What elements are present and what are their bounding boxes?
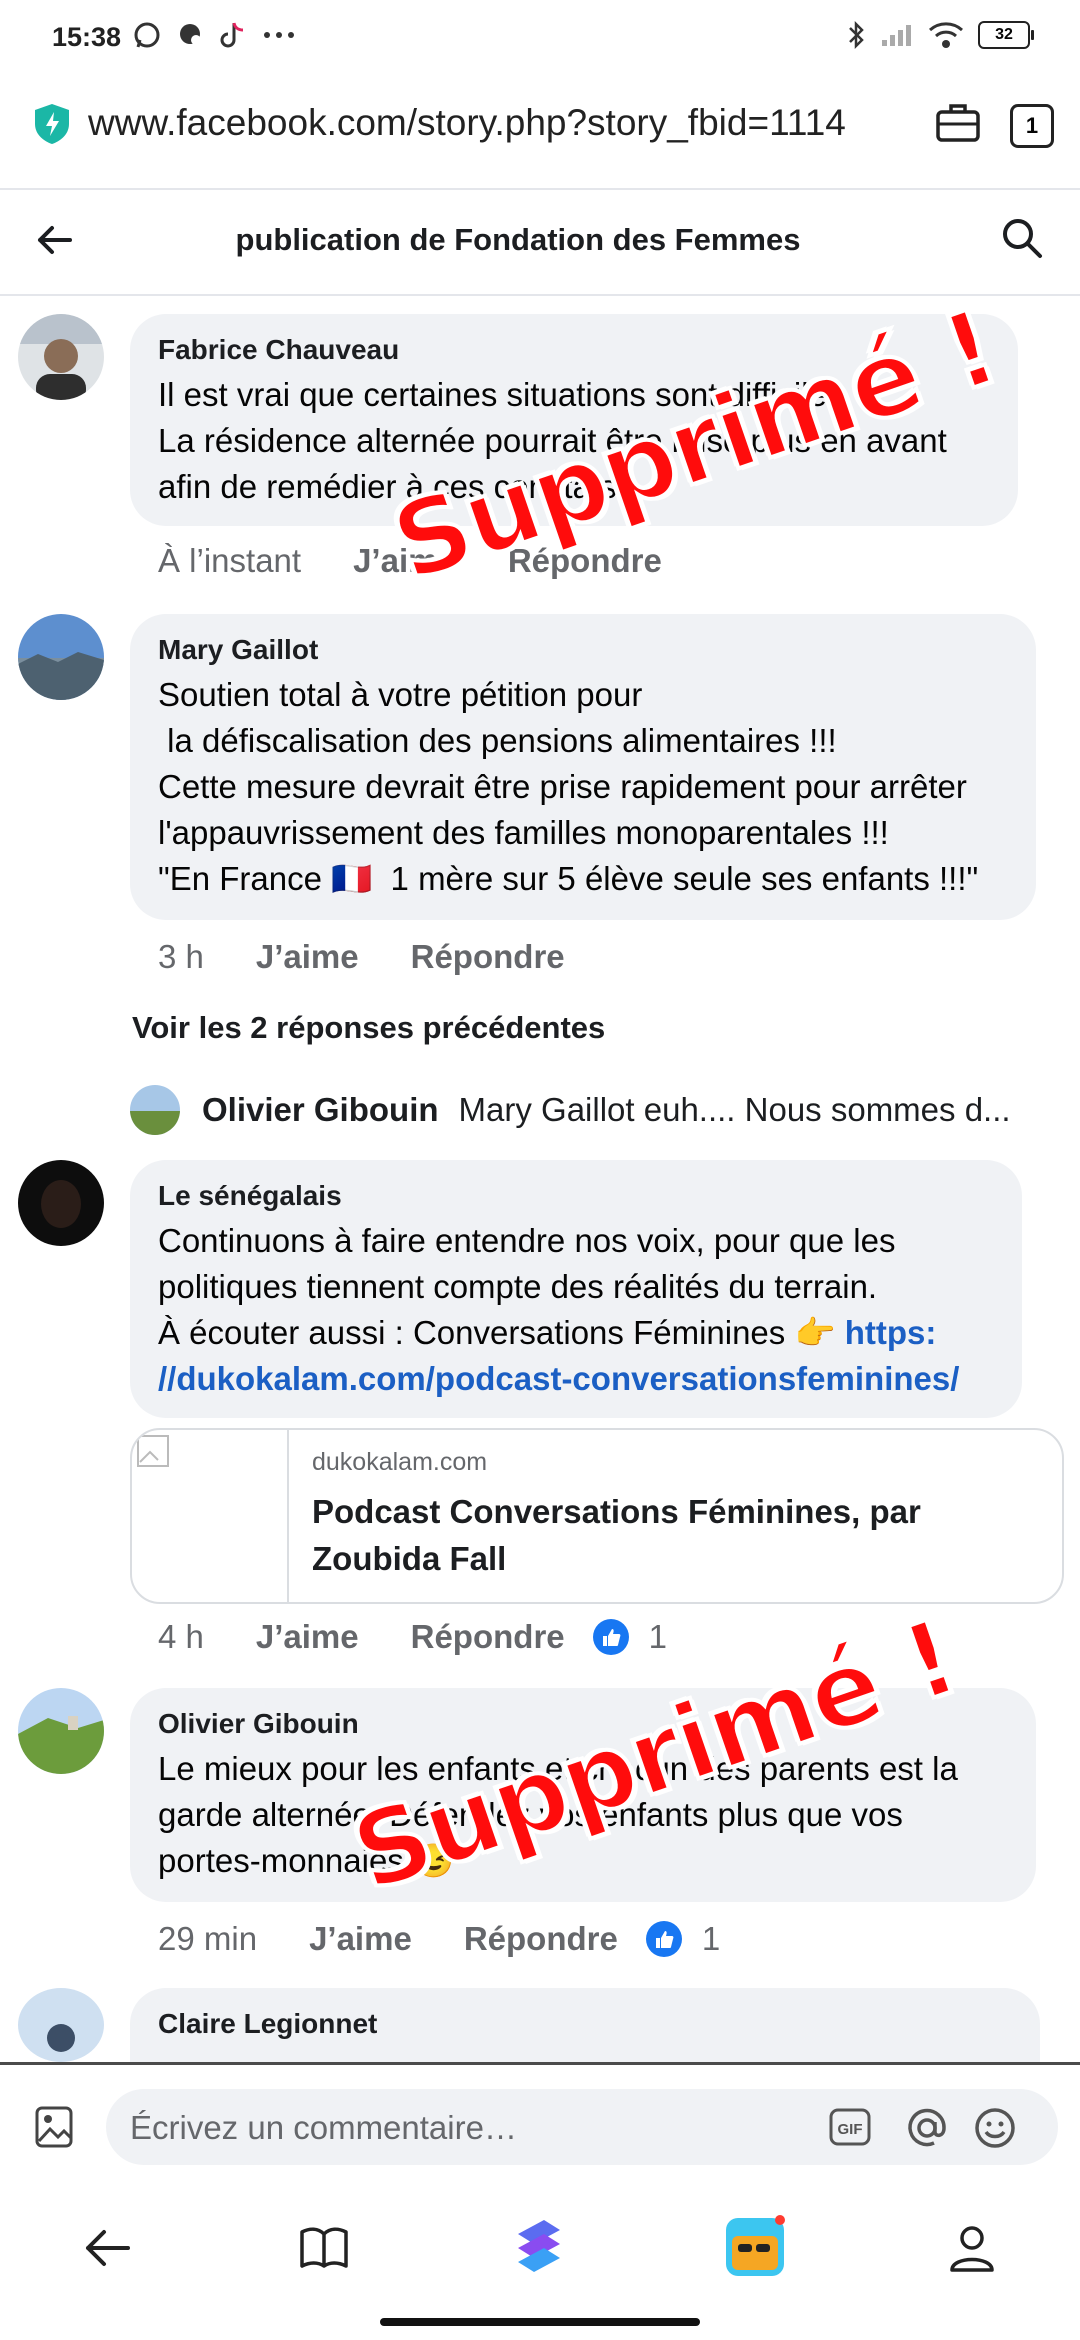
avatar[interactable] bbox=[18, 314, 104, 400]
chat-icon bbox=[180, 24, 201, 45]
assistant-icon[interactable] bbox=[504, 2212, 574, 2282]
comment-composer: Écrivez un commentaire… GIF bbox=[0, 2062, 1080, 2191]
bluetooth-icon bbox=[849, 20, 864, 50]
like-reaction-icon[interactable] bbox=[645, 1921, 682, 1957]
gif-icon[interactable]: GIF bbox=[828, 2105, 872, 2149]
url-field[interactable]: www.facebook.com/story.php?story_fbid=11… bbox=[88, 102, 908, 144]
browser-url-bar: www.facebook.com/story.php?story_fbid=11… bbox=[0, 80, 1080, 190]
whatsapp-icon bbox=[134, 22, 160, 48]
briefcase-icon[interactable] bbox=[934, 100, 982, 146]
comment-actions: 3 h J’aime Répondre bbox=[158, 938, 617, 976]
see-previous-replies-link[interactable]: Voir les 2 réponses précédentes bbox=[132, 1010, 605, 1046]
comment-time: 29 min bbox=[158, 1920, 258, 1957]
comment-actions: 4 h J’aime Répondre 1 bbox=[158, 1618, 667, 1656]
game-icon[interactable] bbox=[722, 2214, 788, 2280]
comment-input[interactable]: Écrivez un commentaire… GIF bbox=[106, 2089, 1058, 2165]
reply-author[interactable]: Olivier Gibouin bbox=[202, 1091, 439, 1129]
signal-icon bbox=[882, 25, 911, 46]
comment-bubble: Mary Gaillot Soutien total à votre pétit… bbox=[130, 614, 1036, 920]
comment-bubble: Le sénégalais Continuons à faire entendr… bbox=[130, 1160, 1022, 1418]
comment-author[interactable]: Le sénégalais bbox=[158, 1180, 994, 1212]
reply-preview[interactable]: Olivier Gibouin Mary Gaillot euh.... Nou… bbox=[130, 1080, 1050, 1140]
svg-text:GIF: GIF bbox=[838, 2121, 863, 2138]
like-button[interactable]: J’aime bbox=[256, 938, 359, 976]
link-domain: dukokalam.com bbox=[312, 1448, 488, 1476]
comment-text: Soutien total à votre pétition pour la d… bbox=[158, 676, 979, 897]
tiktok-icon bbox=[220, 22, 244, 48]
comment-author[interactable]: Claire Legionnet bbox=[158, 2008, 1012, 2040]
comment-input-placeholder[interactable]: Écrivez un commentaire… bbox=[130, 2109, 517, 2147]
like-button[interactable]: J’aime bbox=[309, 1920, 412, 1958]
battery-indicator: 32 bbox=[978, 21, 1034, 49]
avatar bbox=[130, 1085, 180, 1135]
comment-text: Continuons à faire entendre nos voix, po… bbox=[158, 1218, 994, 1402]
profile-icon[interactable] bbox=[942, 2218, 1002, 2278]
status-time: 15:38 bbox=[52, 22, 122, 52]
mention-icon[interactable] bbox=[904, 2105, 950, 2151]
avatar[interactable] bbox=[18, 614, 104, 700]
avatar[interactable] bbox=[18, 1688, 104, 1774]
reaction-count[interactable]: 1 bbox=[702, 1920, 720, 1958]
link-preview-card[interactable]: dukokalam.com Podcast Conversations Fémi… bbox=[130, 1428, 1064, 1604]
comment-time: À l’instant bbox=[158, 542, 302, 579]
comment-time: 4 h bbox=[158, 1618, 204, 1655]
reply-text: Mary Gaillot euh.... Nous sommes d... bbox=[458, 1091, 1011, 1128]
link-title: Podcast Conversations Féminines, par Zou… bbox=[312, 1493, 921, 1577]
comment-actions: 29 min J’aime Répondre 1 bbox=[158, 1920, 720, 1958]
avatar[interactable] bbox=[18, 1160, 104, 1246]
secure-shield-icon[interactable] bbox=[32, 102, 72, 146]
search-icon[interactable] bbox=[1000, 216, 1044, 260]
like-reaction-icon[interactable] bbox=[592, 1619, 629, 1655]
comment-author[interactable]: Mary Gaillot bbox=[158, 634, 1008, 666]
comment-link[interactable]: https: bbox=[845, 1314, 937, 1351]
comment-bubble: Claire Legionnet bbox=[130, 1988, 1040, 2062]
reply-button[interactable]: Répondre bbox=[411, 1618, 565, 1656]
bookmarks-icon[interactable] bbox=[294, 2218, 354, 2278]
more-icon bbox=[264, 32, 294, 38]
comment-time: 3 h bbox=[158, 938, 204, 975]
home-indicator[interactable] bbox=[380, 2318, 700, 2326]
tab-count-button[interactable]: 1 bbox=[1010, 104, 1054, 148]
page-header: publication de Fondation des Femmes bbox=[0, 190, 1080, 296]
link-thumbnail bbox=[132, 1430, 289, 1602]
page-title: publication de Fondation des Femmes bbox=[235, 222, 801, 257]
reply-button[interactable]: Répondre bbox=[411, 938, 565, 976]
like-button[interactable]: J’aime bbox=[256, 1618, 359, 1656]
wifi-icon bbox=[929, 22, 963, 48]
photo-icon[interactable] bbox=[34, 2105, 74, 2149]
reaction-count[interactable]: 1 bbox=[649, 1618, 667, 1656]
back-icon[interactable] bbox=[78, 2218, 138, 2278]
reply-button[interactable]: Répondre bbox=[464, 1920, 618, 1958]
emoji-icon[interactable] bbox=[972, 2105, 1018, 2151]
comment-link[interactable]: //dukokalam.com/podcast-conversationsfem… bbox=[158, 1356, 994, 1402]
status-bar: 15:38 32 bbox=[0, 0, 1080, 80]
avatar[interactable] bbox=[18, 1988, 104, 2062]
